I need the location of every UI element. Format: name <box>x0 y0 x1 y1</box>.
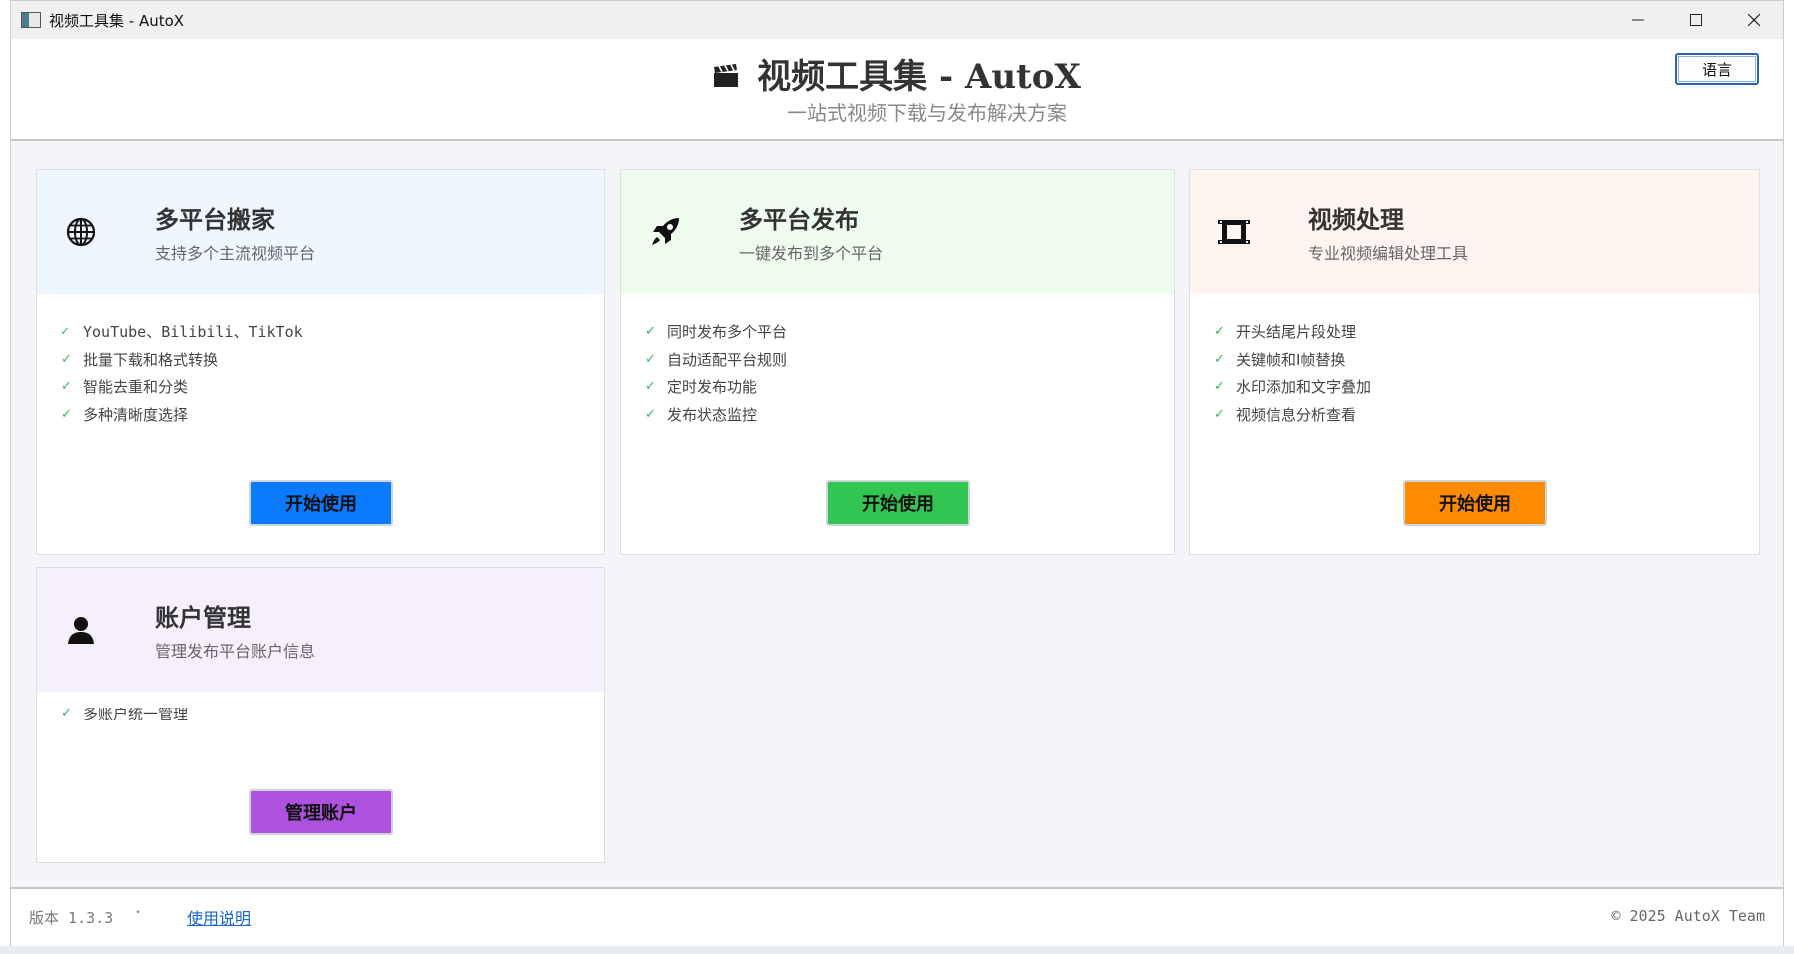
language-button[interactable]: 语言 <box>1675 53 1759 85</box>
feature-list: ✓ 开头结尾片段处理 ✓ 关键帧和I帧替换 ✓ 水印添加和文字叠加 ✓ 视频信息分析查看 <box>1214 318 1371 428</box>
list-item: ✓ 关键帧和I帧替换 <box>1214 350 1346 369</box>
footer-separator: • <box>135 907 141 918</box>
manage-accounts-button[interactable]: 管理账户 <box>249 789 393 835</box>
feature-card-processing: 视频处理 专业视频编辑处理工具 ✓ 开头结尾片段处理 ✓ 关键帧和I帧替换 ✓ 水印添… <box>1189 169 1760 555</box>
check-icon: ✓ <box>61 708 72 720</box>
version-label: 版本 1.3.3 <box>29 909 114 927</box>
feature-card-accounts: 账户管理 管理发布平台账户信息 ✓ 多账户统一管理 管理账户 <box>36 567 605 863</box>
list-item: ✓ 定时发布功能 <box>645 378 758 397</box>
card-description: 一键发布到多个平台 <box>739 244 884 263</box>
minimize-button[interactable] <box>1609 1 1667 39</box>
check-icon: ✓ <box>61 324 69 340</box>
check-icon: ✓ <box>1214 324 1225 340</box>
card-title: 多平台搬家 <box>155 205 275 234</box>
check-icon: ✓ <box>1214 379 1225 395</box>
feature-list: ✓ 多账户统一管理 <box>61 708 188 720</box>
rocket-icon <box>647 214 683 250</box>
window-controls <box>1609 1 1783 39</box>
list-item: ✓ 多账户统一管理 <box>61 708 189 720</box>
check-icon: ✓ <box>645 406 656 422</box>
list-item: ✓ 发布状态监控 <box>645 405 758 424</box>
page-title: 视频工具集 - AutoX <box>11 49 1783 98</box>
feature-list-clip: ✓ 多账户统一管理 <box>37 708 604 720</box>
card-description: 管理发布平台账户信息 <box>155 642 316 661</box>
copyright-text: © 2025 AutoX Team <box>1611 907 1765 925</box>
minimize-icon <box>1632 19 1644 21</box>
card-title: 账户管理 <box>155 603 251 632</box>
maximize-button[interactable] <box>1667 1 1725 39</box>
list-item: ✓ 同时发布多个平台 <box>645 323 788 342</box>
check-icon: ✓ <box>61 379 72 395</box>
app-header: 视频工具集 - AutoX 一站式视频下载与发布解决方案 语言 <box>11 39 1783 141</box>
app-footer: 版本 1.3.3 • 使用说明 © 2025 AutoX Team <box>11 887 1783 947</box>
list-item: ✓ 水印添加和文字叠加 <box>1214 378 1372 397</box>
window-title: 视频工具集 - AutoX <box>49 11 185 30</box>
card-description: 专业视频编辑处理工具 <box>1308 244 1469 263</box>
close-button[interactable] <box>1725 1 1783 39</box>
check-icon: ✓ <box>61 406 72 422</box>
card-description: 支持多个主流视频平台 <box>155 244 316 263</box>
page-subtitle: 一站式视频下载与发布解决方案 <box>787 101 1067 125</box>
check-icon: ✓ <box>645 324 656 340</box>
start-migration-button[interactable]: 开始使用 <box>249 480 393 526</box>
check-icon: ✓ <box>645 379 656 395</box>
app-icon <box>21 12 41 28</box>
feature-card-publish: 多平台发布 一键发布到多个平台 ✓ 同时发布多个平台 ✓ 自动适配平台规则 ✓ 定时发… <box>620 169 1175 555</box>
close-icon <box>1748 14 1760 26</box>
feature-list: ✓ YouTube、Bilibili、TikTok ✓ 批量下载和格式转换 ✓ 智能去… <box>61 318 303 428</box>
check-icon: ✓ <box>61 351 72 367</box>
list-item: ✓ 视频信息分析查看 <box>1214 405 1357 424</box>
check-icon: ✓ <box>1214 406 1225 422</box>
title-bar[interactable]: 视频工具集 - AutoX <box>11 1 1783 39</box>
app-window: 视频工具集 - AutoX 视频工具集 - AutoX 一站式视频下载与发布解决… <box>10 0 1784 947</box>
user-icon <box>63 612 99 648</box>
card-header: 账户管理 管理发布平台账户信息 <box>37 568 604 692</box>
card-header: 视频处理 专业视频编辑处理工具 <box>1190 170 1759 294</box>
check-icon: ✓ <box>1214 351 1225 367</box>
feature-list: ✓ 同时发布多个平台 ✓ 自动适配平台规则 ✓ 定时发布功能 ✓ 发布状态监控 <box>645 318 787 428</box>
card-title: 多平台发布 <box>739 205 859 234</box>
clapperboard-icon <box>713 62 739 95</box>
page-title-text: 视频工具集 - AutoX <box>757 57 1081 97</box>
card-title: 视频处理 <box>1308 205 1404 234</box>
background-window-edge <box>0 946 1794 954</box>
start-publish-button[interactable]: 开始使用 <box>826 480 970 526</box>
feature-card-migration: 多平台搬家 支持多个主流视频平台 ✓ YouTube、Bilibili、TikTo… <box>36 169 605 555</box>
maximize-icon <box>1690 14 1702 26</box>
list-item: ✓ 自动适配平台规则 <box>645 350 788 369</box>
list-item: ✓ YouTube、Bilibili、TikTok <box>61 323 303 342</box>
list-item: ✓ 多种清晰度选择 <box>61 405 189 424</box>
list-item: ✓ 批量下载和格式转换 <box>61 350 219 369</box>
start-processing-button[interactable]: 开始使用 <box>1403 480 1547 526</box>
list-item: ✓ 智能去重和分类 <box>61 378 189 397</box>
help-link[interactable]: 使用说明 <box>163 905 251 929</box>
film-icon <box>1216 214 1252 250</box>
globe-icon <box>63 214 99 250</box>
list-item: ✓ 开头结尾片段处理 <box>1214 323 1357 342</box>
card-header: 多平台搬家 支持多个主流视频平台 <box>37 170 604 294</box>
card-header: 多平台发布 一键发布到多个平台 <box>621 170 1174 294</box>
check-icon: ✓ <box>645 351 656 367</box>
